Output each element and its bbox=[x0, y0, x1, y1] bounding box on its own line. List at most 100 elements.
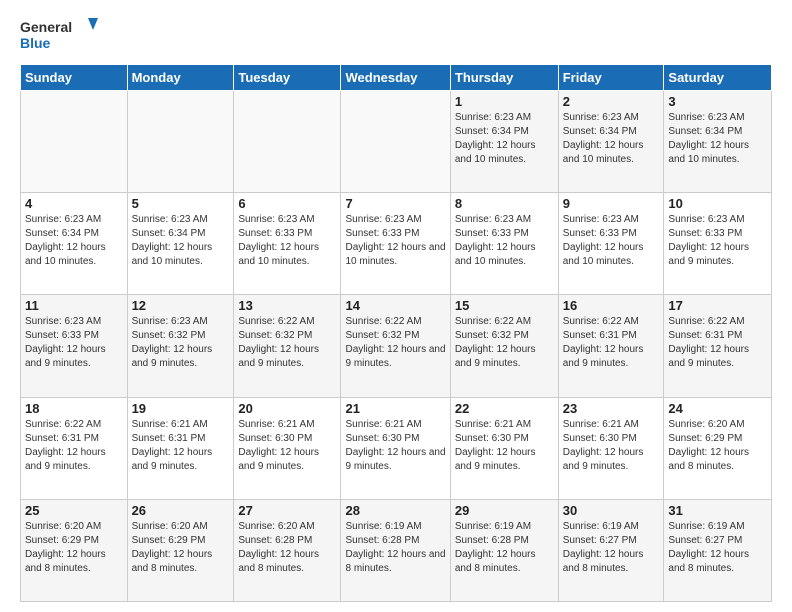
day-number: 18 bbox=[25, 401, 123, 416]
day-number: 17 bbox=[668, 298, 767, 313]
svg-text:General: General bbox=[20, 19, 72, 35]
calendar-cell: 20 Sunrise: 6:21 AMSunset: 6:30 PMDayligh… bbox=[234, 397, 341, 499]
calendar-cell: 1 Sunrise: 6:23 AMSunset: 6:34 PMDaylight… bbox=[450, 91, 558, 193]
calendar-cell: 4Sunrise: 6:23 AMSunset: 6:34 PMDaylight… bbox=[21, 193, 128, 295]
day-number: 15 bbox=[455, 298, 554, 313]
day-info: Sunrise: 6:22 AMSunset: 6:31 PMDaylight:… bbox=[25, 418, 123, 474]
calendar-header-row: SundayMondayTuesdayWednesdayThursdayFrid… bbox=[21, 65, 772, 91]
day-info: Sunrise: 6:20 AMSunset: 6:28 PMDaylight:… bbox=[238, 520, 336, 576]
day-info: Sunrise: 6:23 AMSunset: 6:34 PMDaylight:… bbox=[563, 111, 660, 167]
day-number: 7 bbox=[345, 196, 445, 211]
day-number: 20 bbox=[238, 401, 336, 416]
calendar-cell: 21 Sunrise: 6:21 AMSunset: 6:30 PMDayligh… bbox=[341, 397, 450, 499]
calendar-cell: 19Sunrise: 6:21 AMSunset: 6:31 PMDayligh… bbox=[127, 397, 234, 499]
weekday-header-tuesday: Tuesday bbox=[234, 65, 341, 91]
calendar-cell: 13 Sunrise: 6:22 AMSunset: 6:32 PMDayligh… bbox=[234, 295, 341, 397]
calendar-cell: 11 Sunrise: 6:23 AMSunset: 6:33 PMDayligh… bbox=[21, 295, 128, 397]
calendar-cell bbox=[234, 91, 341, 193]
calendar-cell: 17 Sunrise: 6:22 AMSunset: 6:31 PMDayligh… bbox=[664, 295, 772, 397]
calendar-week-row: 25Sunrise: 6:20 AMSunset: 6:29 PMDayligh… bbox=[21, 499, 772, 601]
day-number: 27 bbox=[238, 503, 336, 518]
calendar-cell: 9 Sunrise: 6:23 AMSunset: 6:33 PMDaylight… bbox=[558, 193, 664, 295]
svg-text:Blue: Blue bbox=[20, 35, 51, 51]
day-info: Sunrise: 6:23 AMSunset: 6:33 PMDaylight:… bbox=[345, 213, 445, 269]
day-info: Sunrise: 6:23 AMSunset: 6:33 PMDaylight:… bbox=[455, 213, 554, 269]
weekday-header-saturday: Saturday bbox=[664, 65, 772, 91]
day-info: Sunrise: 6:23 AMSunset: 6:32 PMDaylight:… bbox=[132, 315, 230, 371]
day-number: 5 bbox=[132, 196, 230, 211]
day-info: Sunrise: 6:23 AMSunset: 6:33 PMDaylight:… bbox=[25, 315, 123, 371]
day-number: 21 bbox=[345, 401, 445, 416]
day-info: Sunrise: 6:23 AMSunset: 6:33 PMDaylight:… bbox=[563, 213, 660, 269]
calendar-cell: 22 Sunrise: 6:21 AMSunset: 6:30 PMDayligh… bbox=[450, 397, 558, 499]
calendar-cell: 8Sunrise: 6:23 AMSunset: 6:33 PMDaylight… bbox=[450, 193, 558, 295]
calendar-cell: 7 Sunrise: 6:23 AMSunset: 6:33 PMDaylight… bbox=[341, 193, 450, 295]
calendar-week-row: 18 Sunrise: 6:22 AMSunset: 6:31 PMDayligh… bbox=[21, 397, 772, 499]
day-info: Sunrise: 6:23 AMSunset: 6:33 PMDaylight:… bbox=[668, 213, 767, 269]
day-number: 28 bbox=[345, 503, 445, 518]
day-number: 29 bbox=[455, 503, 554, 518]
day-number: 22 bbox=[455, 401, 554, 416]
day-info: Sunrise: 6:22 AMSunset: 6:32 PMDaylight:… bbox=[238, 315, 336, 371]
calendar-cell: 31 Sunrise: 6:19 AMSunset: 6:27 PMDayligh… bbox=[664, 499, 772, 601]
day-number: 23 bbox=[563, 401, 660, 416]
calendar-week-row: 11 Sunrise: 6:23 AMSunset: 6:33 PMDayligh… bbox=[21, 295, 772, 397]
day-number: 16 bbox=[563, 298, 660, 313]
day-info: Sunrise: 6:21 AMSunset: 6:30 PMDaylight:… bbox=[563, 418, 660, 474]
weekday-header-monday: Monday bbox=[127, 65, 234, 91]
day-info: Sunrise: 6:21 AMSunset: 6:30 PMDaylight:… bbox=[455, 418, 554, 474]
day-number: 26 bbox=[132, 503, 230, 518]
logo-svg: General Blue bbox=[20, 16, 100, 54]
calendar-cell: 24Sunrise: 6:20 AMSunset: 6:29 PMDayligh… bbox=[664, 397, 772, 499]
day-number: 13 bbox=[238, 298, 336, 313]
calendar-cell bbox=[127, 91, 234, 193]
calendar-cell bbox=[341, 91, 450, 193]
day-number: 14 bbox=[345, 298, 445, 313]
calendar-cell: 15 Sunrise: 6:22 AMSunset: 6:32 PMDayligh… bbox=[450, 295, 558, 397]
calendar-cell: 18 Sunrise: 6:22 AMSunset: 6:31 PMDayligh… bbox=[21, 397, 128, 499]
calendar-cell: 5 Sunrise: 6:23 AMSunset: 6:34 PMDaylight… bbox=[127, 193, 234, 295]
calendar-cell: 2 Sunrise: 6:23 AMSunset: 6:34 PMDaylight… bbox=[558, 91, 664, 193]
day-number: 2 bbox=[563, 94, 660, 109]
day-info: Sunrise: 6:21 AMSunset: 6:30 PMDaylight:… bbox=[345, 418, 445, 474]
day-info: Sunrise: 6:23 AMSunset: 6:34 PMDaylight:… bbox=[455, 111, 554, 167]
day-number: 31 bbox=[668, 503, 767, 518]
weekday-header-sunday: Sunday bbox=[21, 65, 128, 91]
day-number: 6 bbox=[238, 196, 336, 211]
calendar-cell bbox=[21, 91, 128, 193]
day-info: Sunrise: 6:22 AMSunset: 6:32 PMDaylight:… bbox=[345, 315, 445, 371]
day-number: 11 bbox=[25, 298, 123, 313]
day-info: Sunrise: 6:20 AMSunset: 6:29 PMDaylight:… bbox=[668, 418, 767, 474]
day-info: Sunrise: 6:19 AMSunset: 6:28 PMDaylight:… bbox=[345, 520, 445, 576]
calendar-week-row: 1 Sunrise: 6:23 AMSunset: 6:34 PMDaylight… bbox=[21, 91, 772, 193]
calendar-cell: 3 Sunrise: 6:23 AMSunset: 6:34 PMDaylight… bbox=[664, 91, 772, 193]
day-info: Sunrise: 6:23 AMSunset: 6:34 PMDaylight:… bbox=[668, 111, 767, 167]
day-number: 19 bbox=[132, 401, 230, 416]
calendar-cell: 27 Sunrise: 6:20 AMSunset: 6:28 PMDayligh… bbox=[234, 499, 341, 601]
day-info: Sunrise: 6:19 AMSunset: 6:27 PMDaylight:… bbox=[668, 520, 767, 576]
day-info: Sunrise: 6:23 AMSunset: 6:34 PMDaylight:… bbox=[132, 213, 230, 269]
calendar-cell: 10Sunrise: 6:23 AMSunset: 6:33 PMDayligh… bbox=[664, 193, 772, 295]
calendar-cell: 16Sunrise: 6:22 AMSunset: 6:31 PMDayligh… bbox=[558, 295, 664, 397]
day-number: 9 bbox=[563, 196, 660, 211]
day-info: Sunrise: 6:22 AMSunset: 6:32 PMDaylight:… bbox=[455, 315, 554, 371]
page: General Blue SundayMondayTuesdayWednesda… bbox=[0, 0, 792, 612]
calendar-cell: 26 Sunrise: 6:20 AMSunset: 6:29 PMDayligh… bbox=[127, 499, 234, 601]
weekday-header-wednesday: Wednesday bbox=[341, 65, 450, 91]
calendar-cell: 23 Sunrise: 6:21 AMSunset: 6:30 PMDayligh… bbox=[558, 397, 664, 499]
calendar-week-row: 4Sunrise: 6:23 AMSunset: 6:34 PMDaylight… bbox=[21, 193, 772, 295]
day-info: Sunrise: 6:22 AMSunset: 6:31 PMDaylight:… bbox=[668, 315, 767, 371]
calendar-cell: 6Sunrise: 6:23 AMSunset: 6:33 PMDaylight… bbox=[234, 193, 341, 295]
day-info: Sunrise: 6:21 AMSunset: 6:30 PMDaylight:… bbox=[238, 418, 336, 474]
day-number: 3 bbox=[668, 94, 767, 109]
day-info: Sunrise: 6:19 AMSunset: 6:27 PMDaylight:… bbox=[563, 520, 660, 576]
calendar-cell: 29Sunrise: 6:19 AMSunset: 6:28 PMDayligh… bbox=[450, 499, 558, 601]
day-number: 1 bbox=[455, 94, 554, 109]
day-info: Sunrise: 6:20 AMSunset: 6:29 PMDaylight:… bbox=[132, 520, 230, 576]
weekday-header-friday: Friday bbox=[558, 65, 664, 91]
logo: General Blue bbox=[20, 16, 100, 54]
day-number: 12 bbox=[132, 298, 230, 313]
calendar-table: SundayMondayTuesdayWednesdayThursdayFrid… bbox=[20, 64, 772, 602]
header: General Blue bbox=[20, 16, 772, 54]
calendar-cell: 25Sunrise: 6:20 AMSunset: 6:29 PMDayligh… bbox=[21, 499, 128, 601]
